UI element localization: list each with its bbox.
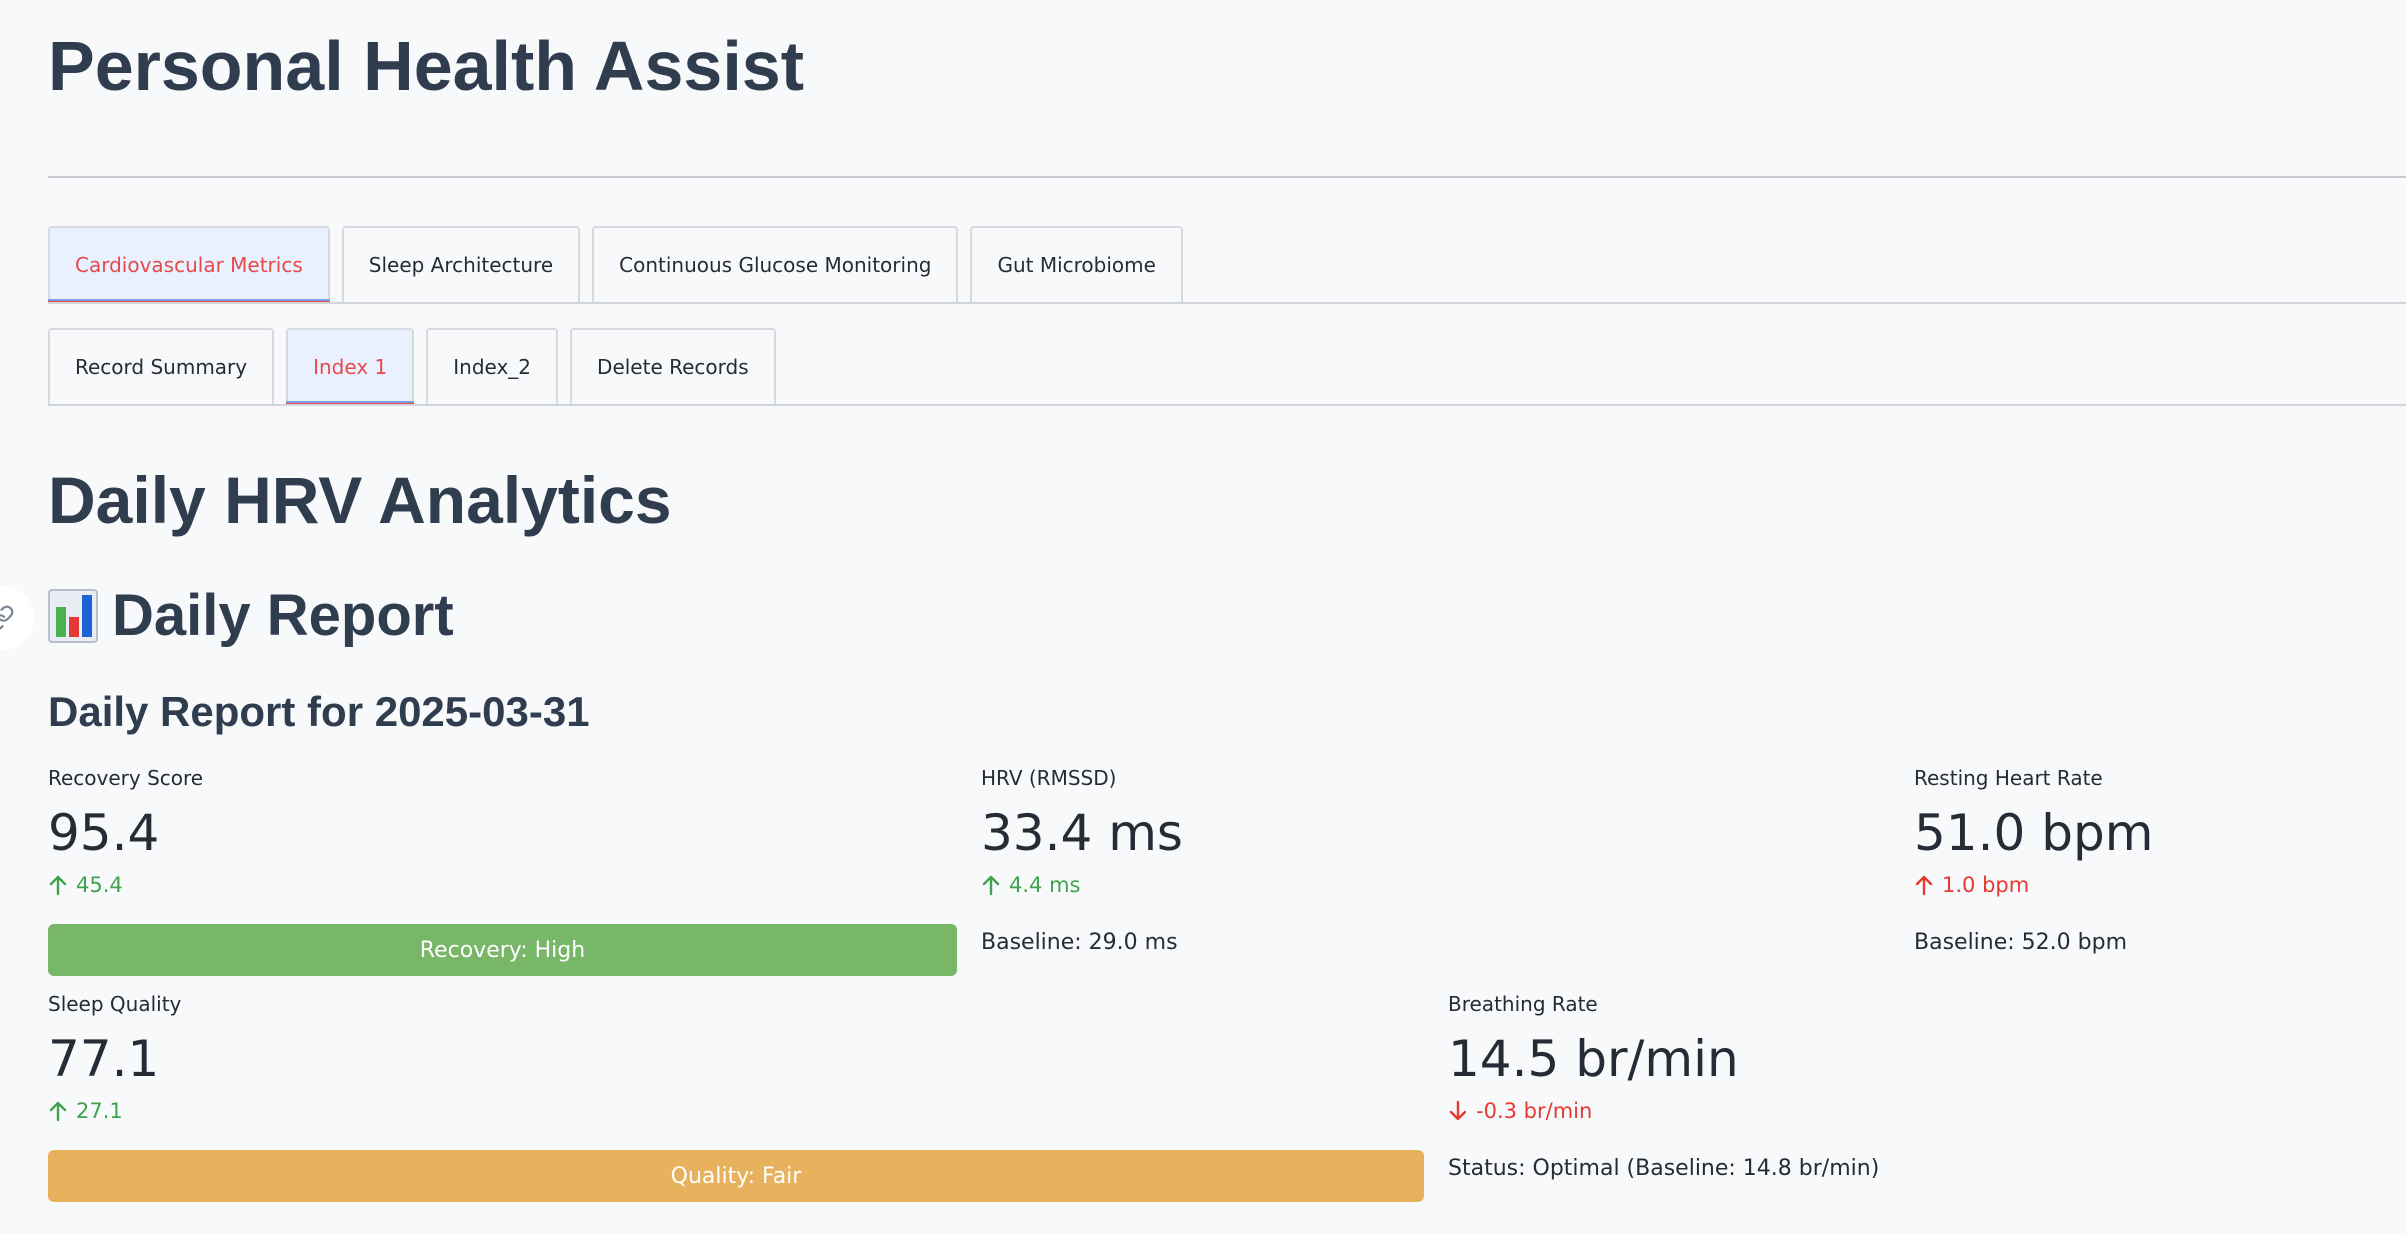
metric-label: Breathing Rate <box>1448 992 1598 1016</box>
metric-delta: 1.0 bpm <box>1914 870 2153 900</box>
breathing-rate-metric: Breathing Rate 14.5 br/min -0.3 br/min <box>1448 990 1739 1126</box>
metric-delta-text: 1.0 bpm <box>1942 873 2030 897</box>
metric-label: HRV (RMSSD) <box>981 766 1117 790</box>
recovery-score-metric: Recovery Score 95.4 45.4 <box>48 764 203 900</box>
metric-delta: 45.4 <box>48 870 203 900</box>
arrow-up-icon <box>982 875 1000 896</box>
arrow-up-icon <box>49 875 67 896</box>
metric-value: 51.0 bpm <box>1914 804 2154 862</box>
secondary-tab-bar: Record Summary Index 1 Index_2 Delete Re… <box>48 328 2406 406</box>
metric-delta-text: 4.4 ms <box>1009 873 1081 897</box>
app-title: Personal Health Assist <box>48 27 805 105</box>
hrv-metric: HRV (RMSSD) 33.4 ms 4.4 ms <box>981 764 1183 900</box>
tab-sleep-architecture[interactable]: Sleep Architecture <box>341 226 581 302</box>
tab-gut-microbiome[interactable]: Gut Microbiome <box>970 226 1183 302</box>
metric-value: 77.1 <box>48 1030 160 1088</box>
arrow-up-icon <box>1915 875 1933 896</box>
quality-status-bar: Quality: Fair <box>48 1150 1424 1202</box>
metric-delta-text: 27.1 <box>76 1099 123 1123</box>
sleep-quality-metric: Sleep Quality 77.1 27.1 <box>48 990 181 1126</box>
bar-chart-icon <box>48 589 98 643</box>
anchor-link-icon[interactable] <box>0 586 34 650</box>
metric-label: Sleep Quality <box>48 992 182 1016</box>
rhr-baseline-note: Baseline: 52.0 bpm <box>1914 930 2128 955</box>
tab-cardiovascular-metrics[interactable]: Cardiovascular Metrics <box>48 226 330 304</box>
tab-index-1[interactable]: Index 1 <box>286 328 415 406</box>
section-heading-text: Daily Report <box>112 583 454 648</box>
arrow-down-icon <box>1449 1100 1467 1121</box>
metric-delta-text: -0.3 br/min <box>1476 1099 1593 1123</box>
tab-continuous-glucose-monitoring[interactable]: Continuous Glucose Monitoring <box>592 226 959 302</box>
breathing-status-note: Status: Optimal (Baseline: 14.8 br/min) <box>1448 1156 1880 1181</box>
metric-delta-text: 45.4 <box>76 873 123 897</box>
recovery-status-bar: Recovery: High <box>48 924 957 976</box>
metric-delta: 4.4 ms <box>981 870 1183 900</box>
metric-value: 95.4 <box>48 804 160 862</box>
report-title: Daily Report for 2025-03-31 <box>48 688 590 735</box>
hrv-baseline-note: Baseline: 29.0 ms <box>981 930 1178 955</box>
tab-index-2[interactable]: Index_2 <box>426 328 559 404</box>
arrow-up-icon <box>49 1101 67 1122</box>
metric-label: Recovery Score <box>48 766 204 790</box>
tab-delete-records[interactable]: Delete Records <box>570 328 776 404</box>
metric-label: Resting Heart Rate <box>1914 766 2103 790</box>
metric-value: 33.4 ms <box>981 804 1183 862</box>
tab-record-summary[interactable]: Record Summary <box>48 328 275 404</box>
primary-tab-bar: Cardiovascular Metrics Sleep Architectur… <box>48 226 2406 304</box>
section-heading: Daily Report <box>48 580 454 652</box>
resting-heart-rate-metric: Resting Heart Rate 51.0 bpm 1.0 bpm <box>1914 764 2153 900</box>
metric-delta: 27.1 <box>48 1096 181 1126</box>
page-heading: Daily HRV Analytics <box>48 463 672 537</box>
metric-delta: -0.3 br/min <box>1448 1096 1739 1126</box>
metric-value: 14.5 br/min <box>1448 1030 1739 1088</box>
title-divider <box>48 176 2406 178</box>
